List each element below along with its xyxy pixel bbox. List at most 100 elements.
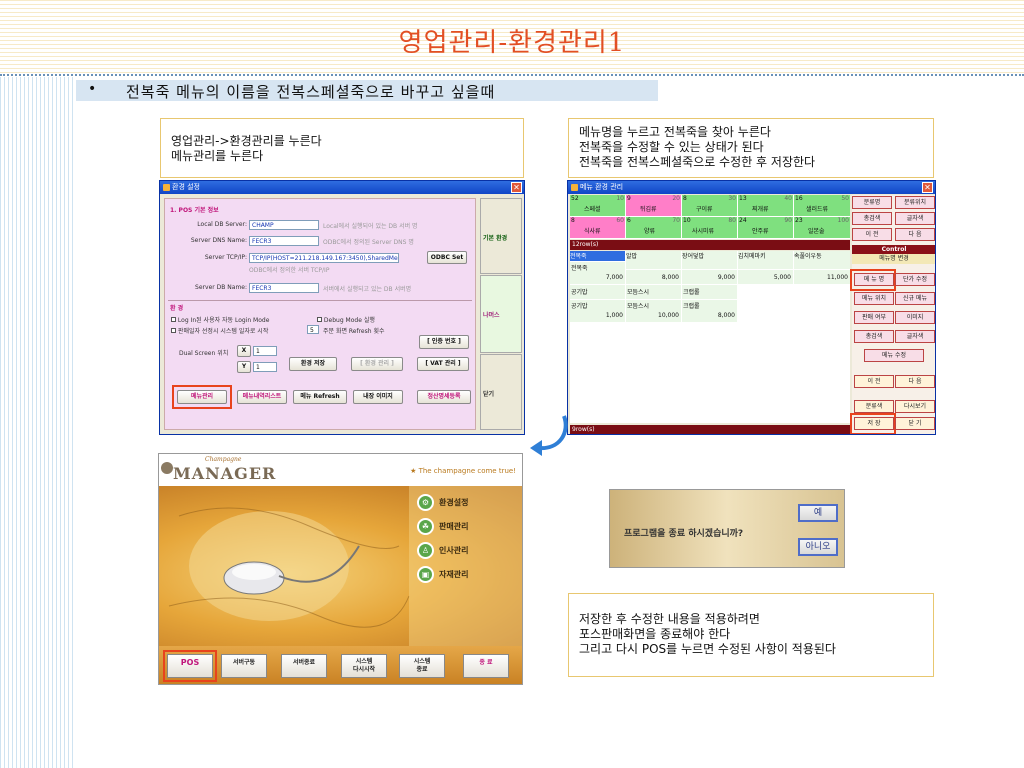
- item-cell[interactable]: 속풀이우동: [794, 251, 850, 269]
- close-icon[interactable]: ✕: [922, 182, 933, 193]
- section-divider: [168, 300, 472, 301]
- tcp-input[interactable]: TCP/IP(HOST=211.218.149.167:3450),Shared…: [249, 253, 399, 263]
- refresh-count-input[interactable]: 5: [307, 325, 319, 334]
- category-name-button[interactable]: 분류명: [852, 196, 892, 209]
- note-right-line2: 전복죽을 수정할 수 있는 상태가 된다: [579, 140, 764, 154]
- vat-manage-button[interactable]: [ VAT 관리 ]: [417, 357, 469, 371]
- people-icon: ♙: [417, 542, 434, 559]
- opt-sysdate[interactable]: 판매일자 선정시 시스템 일자로 시작: [171, 326, 268, 335]
- checkbox[interactable]: [317, 317, 322, 322]
- font-color-button[interactable]: 글자색: [895, 212, 935, 225]
- x-button[interactable]: X: [237, 345, 251, 357]
- item-cell[interactable]: 9,000: [682, 270, 737, 284]
- menu-hr[interactable]: ♙ 인사관리: [417, 542, 517, 560]
- category-cell[interactable]: 24 90 안주류: [738, 217, 793, 238]
- y-input[interactable]: 1: [253, 362, 277, 372]
- category-count: 9: [627, 195, 631, 202]
- close-button[interactable]: 닫 기: [895, 417, 935, 430]
- item-cell[interactable]: 김치메마키: [738, 251, 793, 269]
- system-shutdown-button[interactable]: 시스템 종료: [399, 654, 445, 678]
- category-cell[interactable]: 13 40 찌개류: [738, 195, 793, 216]
- item-cell[interactable]: 공기밥: [570, 285, 625, 299]
- item-cell[interactable]: 11,000: [794, 270, 850, 284]
- server-stop-button[interactable]: 서버종료: [281, 654, 327, 678]
- item-cell[interactable]: 5,000: [738, 270, 793, 284]
- font-color-button-2[interactable]: 글자색: [895, 330, 935, 343]
- menu-edit-button[interactable]: 메뉴 수정: [864, 349, 924, 362]
- item-cell[interactable]: 크랩롤 8,000: [682, 300, 737, 322]
- next-button-2[interactable]: 다 음: [895, 375, 935, 388]
- dsn-input[interactable]: FECR3: [249, 236, 319, 246]
- category-cell[interactable]: 9 20 뒤김류: [626, 195, 681, 216]
- exit-button[interactable]: 종 료: [463, 654, 509, 678]
- highlight-box: [172, 385, 232, 409]
- category-cell-selected[interactable]: 8 60 식사류: [570, 217, 625, 238]
- bg-color-button-2[interactable]: 총검색: [854, 330, 894, 343]
- item-cell[interactable]: 장어덮밥: [682, 251, 737, 269]
- category-name: 스페셜: [584, 206, 601, 213]
- item-cell[interactable]: 공기밥 1,000: [570, 300, 625, 322]
- item-cell[interactable]: 전복죽 7,000: [570, 262, 625, 284]
- close-icon[interactable]: ✕: [511, 182, 522, 193]
- category-cell[interactable]: 23 100 일본술: [794, 217, 850, 238]
- yes-button[interactable]: 예: [798, 504, 838, 522]
- reload-button[interactable]: 다시보기: [895, 400, 935, 413]
- prev-button-2[interactable]: 이 전: [854, 375, 894, 388]
- system-restart-button[interactable]: 시스템 다시시작: [341, 654, 387, 678]
- opt-debug[interactable]: Debug Mode 실행: [317, 315, 375, 324]
- tab-basic-env[interactable]: 기본 환경: [480, 198, 522, 274]
- manager-window: Champagne MANAGER ★ The champagne come t…: [158, 453, 523, 685]
- save-env-button[interactable]: 환경 저장: [289, 357, 337, 371]
- menu-sales[interactable]: ☘ 판매관리: [417, 518, 517, 536]
- menu-position-button[interactable]: 메뉴 위치: [854, 292, 894, 305]
- category-cell[interactable]: 16 50 샐러드류: [794, 195, 850, 216]
- y-button[interactable]: Y: [237, 361, 251, 373]
- item-cell[interactable]: 크랩롤: [682, 285, 737, 299]
- item-cell[interactable]: 모듬스시: [626, 285, 681, 299]
- image-button[interactable]: 이미지: [895, 311, 935, 324]
- menu-env-settings[interactable]: ⚙ 환경설정: [417, 494, 517, 512]
- local-db-input[interactable]: CHAMP: [249, 220, 319, 230]
- dbname-input[interactable]: FECR3: [249, 283, 319, 293]
- bg-color-button[interactable]: 총검색: [852, 212, 892, 225]
- category-code: 40: [784, 195, 792, 202]
- sale-status-button[interactable]: 판매 여부: [854, 311, 894, 324]
- x-input[interactable]: 1: [253, 346, 277, 356]
- item-cell-selected[interactable]: 전복죽: [570, 251, 625, 261]
- dbname-hint: 서버에서 실행되고 있는 DB 서버명: [323, 286, 412, 293]
- opt-sysdate-label: 판매일자 선정시 시스템 일자로 시작: [177, 328, 269, 335]
- category-color-button[interactable]: 분류색: [854, 400, 894, 413]
- checkbox[interactable]: [171, 328, 176, 333]
- item-cell[interactable]: 모듬스시 10,000: [626, 300, 681, 322]
- menu-refresh-button[interactable]: 메뉴 Refresh: [293, 390, 347, 404]
- prev-button[interactable]: 이 전: [852, 228, 892, 241]
- server-start-button[interactable]: 서버구동: [221, 654, 267, 678]
- opt-autologin[interactable]: Log In된 사용자 자동 Login Mode: [171, 315, 269, 324]
- category-cell[interactable]: 10 80 사시미류: [682, 217, 737, 238]
- odbc-set-button[interactable]: ODBC Set: [427, 251, 467, 264]
- price-edit-button[interactable]: 단가 수정: [895, 273, 935, 286]
- checkbox[interactable]: [171, 317, 176, 322]
- menu-materials[interactable]: ▣ 자재관리: [417, 566, 517, 584]
- builtin-image-button[interactable]: 내장 이미지: [353, 390, 403, 404]
- slide: 영업관리-환경관리1 • 전복죽 메뉴의 이름을 전복스페셜죽으로 바꾸고 싶을…: [0, 0, 1024, 768]
- category-cell[interactable]: 6 70 양류: [626, 217, 681, 238]
- category-cell[interactable]: 52 10 스페셜: [570, 195, 625, 216]
- control-title: Control: [852, 245, 935, 254]
- category-position-button[interactable]: 분류위치: [895, 196, 935, 209]
- settle-register-button[interactable]: 정산명세등록: [417, 390, 471, 404]
- item-cell[interactable]: 8,000: [626, 270, 681, 284]
- note-left-line2: 메뉴관리를 누른다: [171, 149, 264, 163]
- close-tab-button[interactable]: 닫기: [480, 354, 522, 430]
- tab-other[interactable]: 나머스: [480, 275, 522, 353]
- refresh-count-label: 주문 화면 Refresh 횟수: [323, 328, 385, 335]
- category-cell[interactable]: 8 30 구이류: [682, 195, 737, 216]
- new-menu-button[interactable]: 신규 메뉴: [895, 292, 935, 305]
- no-button[interactable]: 아니오: [798, 538, 838, 556]
- auth-number-button[interactable]: [ 인증 번호 ]: [419, 335, 469, 349]
- next-button[interactable]: 다 음: [895, 228, 935, 241]
- local-db-hint: Local에서 실행되어 있는 DB 서버 명: [323, 223, 418, 230]
- item-cell[interactable]: 알밥: [626, 251, 681, 269]
- menu-list-button[interactable]: 메뉴내역리스트: [237, 390, 287, 404]
- env-manage-button[interactable]: [ 환경 관리 ]: [351, 357, 403, 371]
